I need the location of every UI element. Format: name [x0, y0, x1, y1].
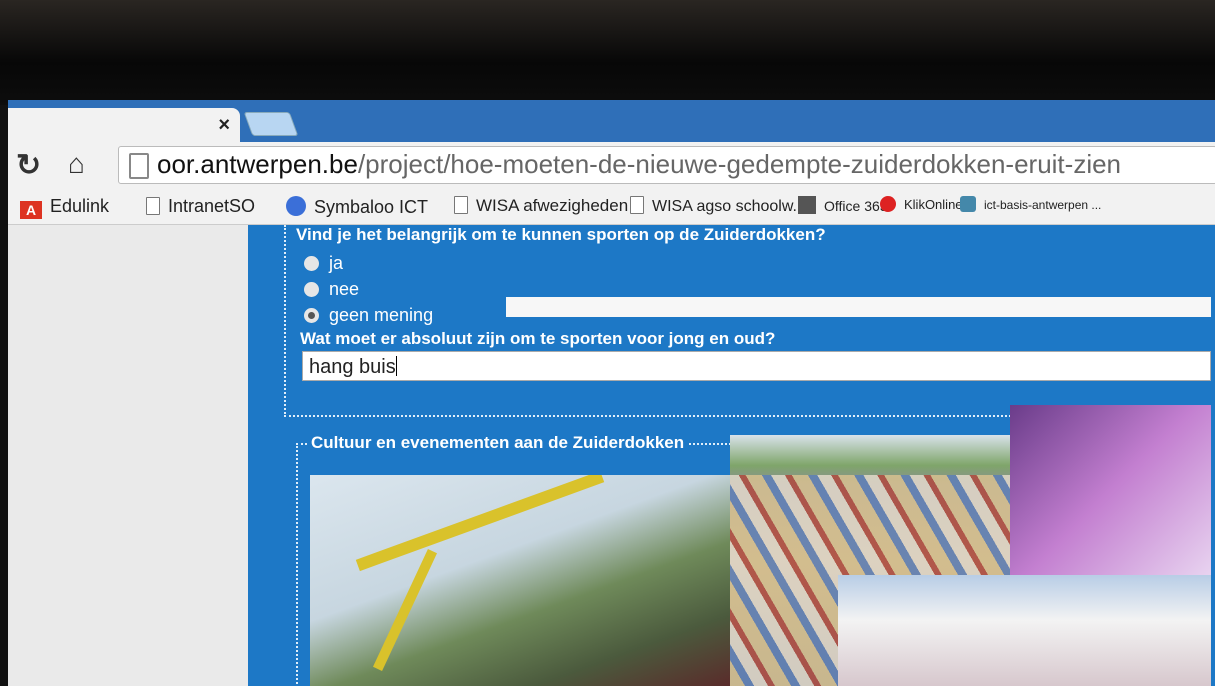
- bookmark-ict-basis[interactable]: ict-basis-antwerpen ...: [960, 196, 1101, 212]
- radio-button[interactable]: [304, 256, 319, 271]
- photo-festival-crowd: [838, 575, 1211, 686]
- bookmark-label: KlikOnline: [904, 197, 963, 212]
- radio-button-selected[interactable]: [304, 308, 319, 323]
- bookmarks-bar: A Edulink IntranetSO Symbaloo ICT WISA af…: [8, 188, 1215, 225]
- sport-question-box: Vind je het belangrijk om te kunnen spor…: [284, 225, 1211, 417]
- page-icon: [129, 153, 149, 179]
- page-icon: [146, 197, 160, 215]
- photo-giant-puppet-crane: [310, 475, 730, 686]
- url-text[interactable]: oor.antwerpen.be/project/hoe-moeten-de-n…: [157, 149, 1121, 180]
- bookmark-label: Office 365: [824, 198, 888, 214]
- page-icon: [454, 196, 468, 214]
- bookmark-label: IntranetSO: [168, 196, 256, 216]
- section-title-culture: Cultuur en evenementen aan de Zuiderdokk…: [308, 433, 688, 453]
- bookmark-label: Edulink: [50, 196, 110, 216]
- radio-option-nee[interactable]: nee: [304, 279, 359, 300]
- bookmark-wisa-afwezigheden[interactable]: WISA afwezigheden: [454, 196, 628, 216]
- radio-option-geen-mening[interactable]: geen mening: [304, 305, 433, 326]
- monitor-bezel: [0, 0, 1215, 105]
- option-label: ja: [329, 253, 344, 273]
- bookmark-klikonline[interactable]: KlikOnline: [880, 196, 963, 212]
- bookmark-label: WISA agso schoolw...: [652, 198, 806, 215]
- question-sport-needs: Wat moet er absoluut zijn om te sporten …: [300, 329, 776, 348]
- bookmark-label: ict-basis-antwerpen ...: [984, 198, 1102, 212]
- new-tab-button[interactable]: [243, 112, 299, 136]
- crane-mast: [372, 548, 438, 672]
- highlight-bar: [506, 297, 1211, 317]
- symbaloo-icon: [286, 196, 306, 216]
- active-tab[interactable]: ×: [8, 108, 240, 142]
- input-value: hang buis: [309, 356, 396, 378]
- bookmark-symbaloo[interactable]: Symbaloo ICT: [286, 196, 428, 218]
- bookmark-edulink[interactable]: A Edulink: [20, 196, 109, 219]
- radio-option-ja[interactable]: ja: [304, 253, 343, 274]
- bookmark-label: WISA afwezigheden: [476, 196, 629, 215]
- office-icon: [798, 196, 816, 214]
- radio-button[interactable]: [304, 282, 319, 297]
- survey-panel: Vind je het belangrijk om te kunnen spor…: [248, 225, 1215, 686]
- sport-needs-input[interactable]: hang buis: [302, 351, 1211, 381]
- address-bar[interactable]: oor.antwerpen.be/project/hoe-moeten-de-n…: [118, 146, 1215, 184]
- bookmark-wisa-agso[interactable]: WISA agso schoolw...: [630, 196, 806, 216]
- option-label: geen mening: [329, 305, 434, 325]
- crane-arm: [355, 475, 605, 572]
- reload-icon[interactable]: ↻: [16, 148, 41, 183]
- bookmark-office365[interactable]: Office 365: [798, 196, 888, 214]
- close-icon[interactable]: ×: [218, 114, 230, 137]
- url-path: /project/hoe-moeten-de-nieuwe-gedempte-z…: [357, 149, 1122, 179]
- bookmark-label: Symbaloo ICT: [314, 197, 429, 217]
- toolbar: ↻ ⌂ oor.antwerpen.be/project/hoe-moeten-…: [8, 142, 1215, 188]
- question-sport-importance: Vind je het belangrijk om te kunnen spor…: [296, 225, 826, 244]
- ict-icon: [960, 196, 976, 212]
- url-host: oor.antwerpen.be: [157, 149, 358, 179]
- text-cursor: [395, 356, 397, 376]
- klikonline-icon: [880, 196, 896, 212]
- option-label: nee: [329, 279, 360, 299]
- bookmark-intranetso[interactable]: IntranetSO: [146, 196, 255, 217]
- acrobat-icon: A: [20, 201, 42, 219]
- page-icon: [630, 196, 644, 214]
- tab-strip: ×: [8, 100, 1215, 142]
- culture-section-box: Cultuur en evenementen aan de Zuiderdokk…: [296, 405, 1211, 686]
- page-content: Vind je het belangrijk om te kunnen spor…: [8, 225, 1215, 686]
- browser-window: × ↻ ⌂ oor.antwerpen.be/project/hoe-moete…: [8, 100, 1215, 686]
- photo-purple-stage: [1010, 405, 1211, 575]
- home-icon[interactable]: ⌂: [68, 148, 85, 180]
